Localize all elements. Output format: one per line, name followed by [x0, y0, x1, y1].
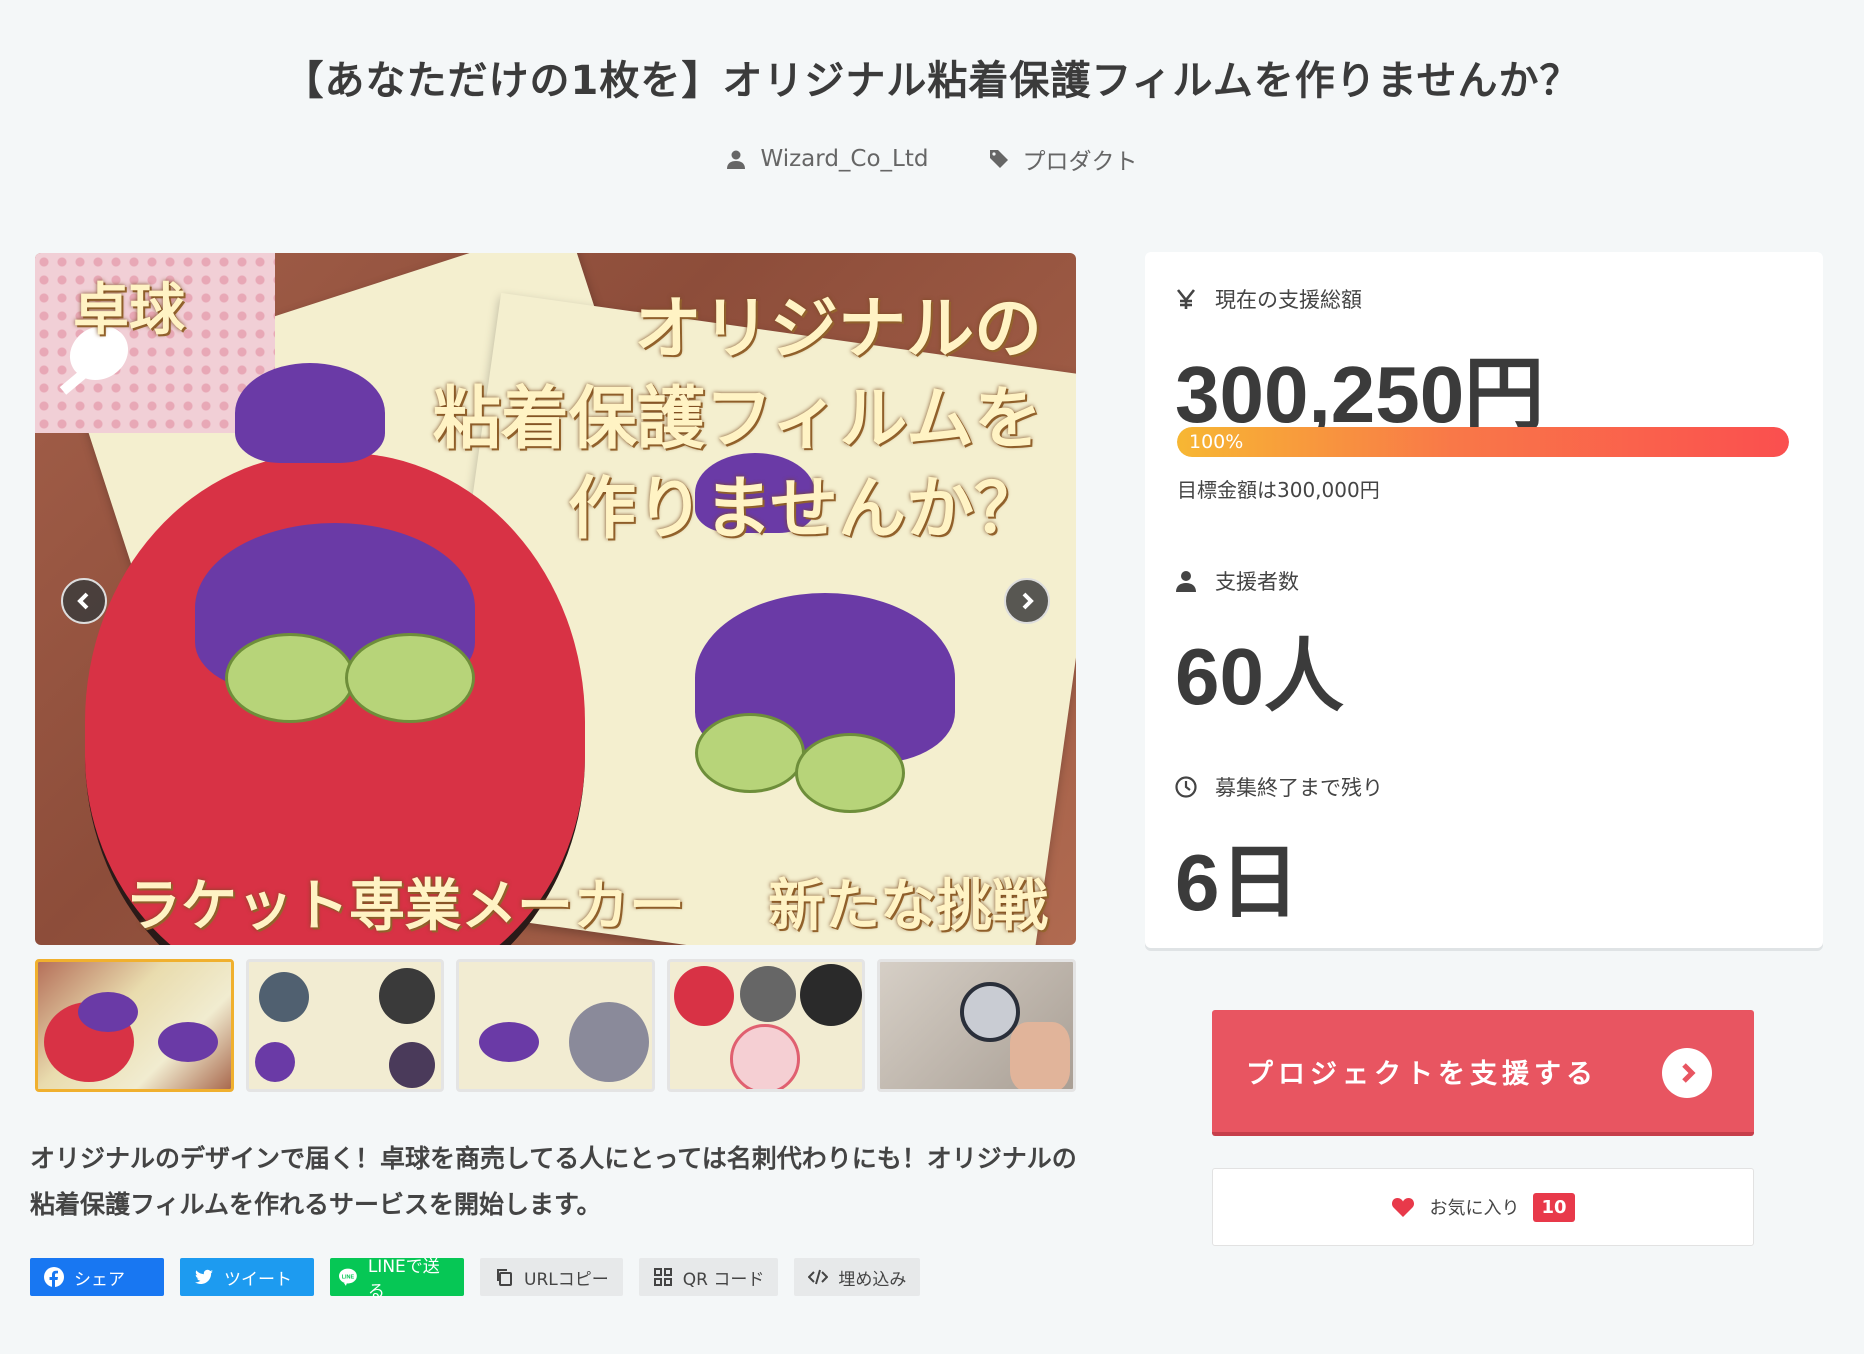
image-headline-1: オリジナルの	[633, 289, 1042, 369]
image-footer-right: 新たな挑戦	[768, 873, 1048, 939]
yen-icon	[1176, 289, 1196, 309]
support-project-button[interactable]: プロジェクトを支援する	[1212, 1010, 1754, 1136]
facebook-share-button[interactable]: シェア	[30, 1258, 164, 1296]
project-page: 【あなただけの1枚を】オリジナル粘着保護フィルムを作りませんか？ Wizard_…	[0, 0, 1864, 1354]
embed-button[interactable]: 埋め込み	[794, 1258, 921, 1296]
clock-icon	[1175, 776, 1197, 798]
thumbnail-1[interactable]	[35, 959, 234, 1092]
qr-code-button[interactable]: QR コード	[638, 1258, 779, 1296]
category-link[interactable]: プロダクト	[989, 142, 1138, 176]
chevron-right-icon	[1022, 592, 1034, 610]
facebook-icon	[44, 1267, 64, 1287]
image-headline-2: 粘着保護フィルムを	[432, 379, 1042, 459]
total-label-row: 現在の支援総額	[1175, 284, 1362, 314]
svg-text:LINE: LINE	[342, 1274, 355, 1280]
remaining-days: 6日	[1175, 838, 1300, 927]
favorite-count-badge: 10	[1533, 1192, 1575, 1222]
user-icon	[727, 150, 746, 169]
image-headline-3: 作りませんか？	[568, 469, 1042, 549]
copy-icon	[497, 1269, 512, 1286]
main-image: 卓球 オリジナルの 粘着保護フィルムを 作りませんか？ ラケット専業メーカー 新…	[35, 253, 1076, 945]
author-link[interactable]: Wizard_Co_Ltd	[726, 142, 929, 176]
category-name: プロダクト	[1022, 149, 1138, 175]
line-share-button[interactable]: LINE LINEで送る	[330, 1257, 464, 1302]
thumbnail-5[interactable]	[877, 959, 1076, 1092]
project-description: オリジナルのデザインで届く！卓球を商売してる人にとっては名刺代わりにも！オリジナ…	[30, 1144, 1077, 1219]
twitter-share-button[interactable]: ツイート	[180, 1258, 314, 1296]
image-footer-left: ラケット専業メーカー	[125, 873, 685, 939]
funding-stats-panel: 現在の支援総額 300,250円 100% 目標金額は300,000円 支援者数…	[1145, 252, 1823, 948]
chevron-right-icon	[1662, 1048, 1712, 1098]
qr-code-icon	[653, 1268, 672, 1286]
heart-icon	[1392, 1198, 1415, 1217]
chevron-left-icon	[77, 592, 89, 610]
thumbnail-4[interactable]	[666, 959, 866, 1092]
remaining-label-row: 募集終了まで残り	[1175, 772, 1383, 802]
project-meta: Wizard_Co_Ltd プロダクト	[0, 142, 1864, 176]
goal-amount: 目標金額は300,000円	[1177, 478, 1380, 502]
next-slide-button[interactable]	[1004, 578, 1050, 624]
share-bar: シェア ツイート LINE LINEで送る URLコピー QR コード 埋め込み	[30, 1257, 921, 1302]
favorite-button[interactable]: お気に入り 10	[1212, 1168, 1754, 1246]
thumbnail-2[interactable]	[245, 959, 445, 1092]
url-copy-button[interactable]: URLコピー	[480, 1258, 623, 1296]
backers-label-row: 支援者数	[1175, 566, 1299, 596]
line-icon: LINE	[338, 1268, 357, 1286]
thumbnail-strip	[35, 959, 1076, 1092]
author-name: Wizard_Co_Ltd	[760, 146, 929, 172]
image-badge: 卓球	[73, 277, 185, 343]
prev-slide-button[interactable]	[61, 578, 107, 624]
project-title: 【あなただけの1枚を】オリジナル粘着保護フィルムを作りませんか？	[283, 58, 1581, 104]
code-icon	[808, 1269, 829, 1285]
thumbnail-3[interactable]	[456, 959, 655, 1092]
funding-progress-bar: 100%	[1177, 427, 1789, 457]
tag-icon	[989, 150, 1008, 168]
backers-count: 60人	[1175, 632, 1344, 721]
user-icon	[1176, 571, 1196, 592]
progress-fill: 100%	[1177, 427, 1789, 457]
twitter-icon	[195, 1269, 213, 1284]
